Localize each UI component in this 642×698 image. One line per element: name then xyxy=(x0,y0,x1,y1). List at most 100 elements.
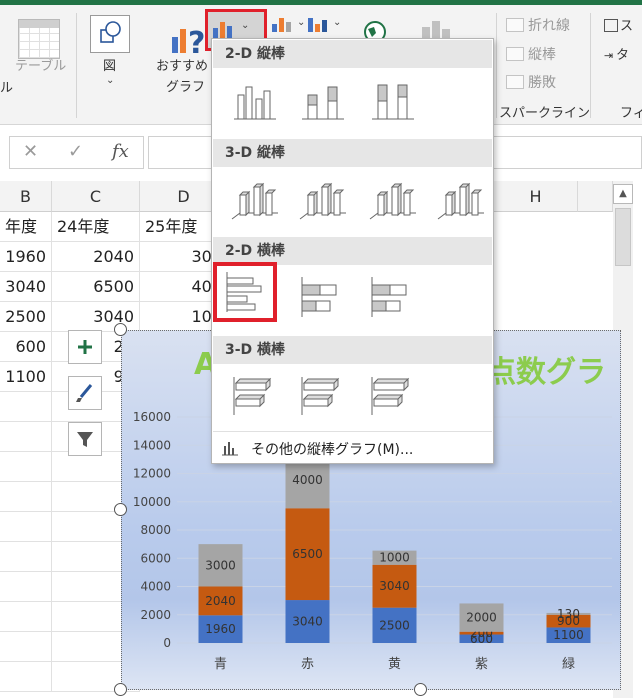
stacked-column-option[interactable] xyxy=(294,75,358,135)
chevron-down-icon: ⌄ xyxy=(333,17,342,28)
waterfall-chart-icon[interactable] xyxy=(308,14,327,32)
3d-stacked-100-column-option-icon xyxy=(369,182,416,220)
y-tick-label: 16000 xyxy=(133,410,171,424)
stacked-column-option-icon xyxy=(302,86,344,120)
empty-cell[interactable] xyxy=(0,602,52,632)
3d-clustered-bar-option[interactable] xyxy=(226,369,290,429)
cell-b6[interactable]: 1100 xyxy=(0,362,52,392)
3d-stacked-bar-option[interactable] xyxy=(294,369,358,429)
chevron-down-icon: ⌄ xyxy=(241,20,250,31)
data-label: 6500 xyxy=(292,547,323,561)
insert-function-icon[interactable]: fx xyxy=(112,141,129,162)
chart-elements-button[interactable] xyxy=(68,330,102,364)
column-header-b[interactable]: B xyxy=(0,181,52,212)
resize-handle[interactable] xyxy=(414,683,427,696)
slicer-icon xyxy=(604,19,618,32)
3d-stacked-100-column-option[interactable] xyxy=(364,173,428,233)
empty-cell[interactable] xyxy=(0,632,52,662)
resize-handle[interactable] xyxy=(114,503,127,516)
stacked-100-bar-option-icon xyxy=(371,277,407,317)
resize-handle[interactable] xyxy=(114,323,127,336)
timeline-label: タ xyxy=(616,48,630,63)
data-label: 2500 xyxy=(379,618,410,632)
cancel-icon[interactable]: ✕ xyxy=(23,141,38,162)
x-tick-label: 緑 xyxy=(562,657,575,672)
resize-handle[interactable] xyxy=(114,683,127,696)
3d-stacked-bar-option-icon xyxy=(301,377,340,415)
empty-cell[interactable] xyxy=(0,662,52,692)
y-tick-label: 8000 xyxy=(140,523,171,537)
column-header-h[interactable]: H xyxy=(494,181,578,212)
stacked-100-column-option[interactable] xyxy=(364,75,428,135)
timeline-icon: ⇥ xyxy=(604,49,614,62)
y-tick-label: 4000 xyxy=(140,580,171,594)
cell-c2[interactable]: 2040 xyxy=(52,242,140,272)
empty-cell[interactable] xyxy=(0,452,52,482)
y-tick-label: 2000 xyxy=(140,608,171,622)
recommended-label-1: おすすめ xyxy=(156,59,209,74)
timeline-button[interactable]: ⇥ タ xyxy=(604,44,629,63)
ribbon-separator xyxy=(496,13,497,118)
data-label: 2000 xyxy=(466,611,497,625)
more-column-charts[interactable]: その他の縦棒グラフ(M)... xyxy=(213,431,492,463)
scroll-up-button[interactable]: ▲ xyxy=(613,184,633,204)
sparkline-column-label: 縦棒 xyxy=(528,47,556,63)
3d-clustered-column-option-icon xyxy=(231,182,278,220)
3d-clustered-column-option[interactable] xyxy=(226,173,290,233)
shapes-icon xyxy=(100,21,121,43)
figure-label: 図 xyxy=(103,59,117,74)
cell-b2[interactable]: 1960 xyxy=(0,242,52,272)
empty-cell[interactable] xyxy=(0,572,52,602)
x-tick-label: 赤 xyxy=(301,657,314,672)
column-header-i[interactable] xyxy=(578,181,613,212)
x-tick-label: 紫 xyxy=(475,657,488,672)
sparkline-column-icon xyxy=(506,47,524,61)
more-column-charts-label: その他の縦棒グラフ(M)... xyxy=(251,442,414,458)
clustered-bar-option[interactable] xyxy=(213,262,277,322)
cell-b3[interactable]: 3040 xyxy=(0,272,52,302)
cell-b1[interactable]: 年度 xyxy=(0,212,52,242)
3d-stacked-100-bar-option-icon xyxy=(371,377,410,415)
cell-c3[interactable]: 6500 xyxy=(52,272,140,302)
section-2d-bar: 2-D 横棒 xyxy=(213,237,492,265)
empty-cell[interactable] xyxy=(0,422,52,452)
empty-cell[interactable] xyxy=(0,512,52,542)
clustered-column-option[interactable] xyxy=(226,75,290,135)
3d-stacked-100-bar-option[interactable] xyxy=(364,369,428,429)
cell-b4[interactable]: 2500 xyxy=(0,302,52,332)
chart-filters-button[interactable] xyxy=(68,422,102,456)
figure-button[interactable] xyxy=(90,15,130,53)
chevron-down-icon: ⌄ xyxy=(297,17,306,28)
stacked-100-bar-option[interactable] xyxy=(362,271,426,331)
ribbon-separator xyxy=(590,13,591,118)
scroll-thumb[interactable] xyxy=(615,208,631,266)
y-tick-label: 6000 xyxy=(140,551,171,565)
cell-c1[interactable]: 24年度 xyxy=(52,212,140,242)
chart-styles-button[interactable] xyxy=(68,376,102,410)
3d-column-option[interactable] xyxy=(432,173,496,233)
section-2d-column: 2-D 縦棒 xyxy=(213,40,492,68)
ribbon-separator xyxy=(76,13,77,118)
stacked-bar-option[interactable] xyxy=(292,271,356,331)
chevron-down-icon: ⌄ xyxy=(106,75,115,86)
3d-column-option-icon xyxy=(437,182,484,220)
empty-cell[interactable] xyxy=(0,392,52,422)
3d-stacked-column-option[interactable] xyxy=(294,173,358,233)
sparkline-winloss-button[interactable]: 勝敗 xyxy=(506,72,556,92)
cell-b5[interactable]: 600 xyxy=(0,332,52,362)
enter-icon[interactable]: ✓ xyxy=(68,141,83,162)
sparkline-line-button[interactable]: 折れ線 xyxy=(506,15,570,35)
sparkline-column-button[interactable]: 縦棒 xyxy=(506,44,556,64)
empty-cell[interactable] xyxy=(0,542,52,572)
plus-icon xyxy=(78,340,92,354)
sparkline-group-label: スパークライン xyxy=(499,106,591,121)
recommended-charts-icon[interactable]: ? xyxy=(166,19,206,59)
column-header-c[interactable]: C xyxy=(52,181,140,212)
data-label: 1100 xyxy=(553,628,584,642)
stacked-100-column-option-icon xyxy=(372,84,414,120)
slicer-button[interactable]: ス xyxy=(604,15,633,34)
table-label: テーブル xyxy=(15,59,67,74)
empty-cell[interactable] xyxy=(0,482,52,512)
line-chart-icon[interactable] xyxy=(272,14,291,32)
table-icon[interactable] xyxy=(18,19,60,59)
